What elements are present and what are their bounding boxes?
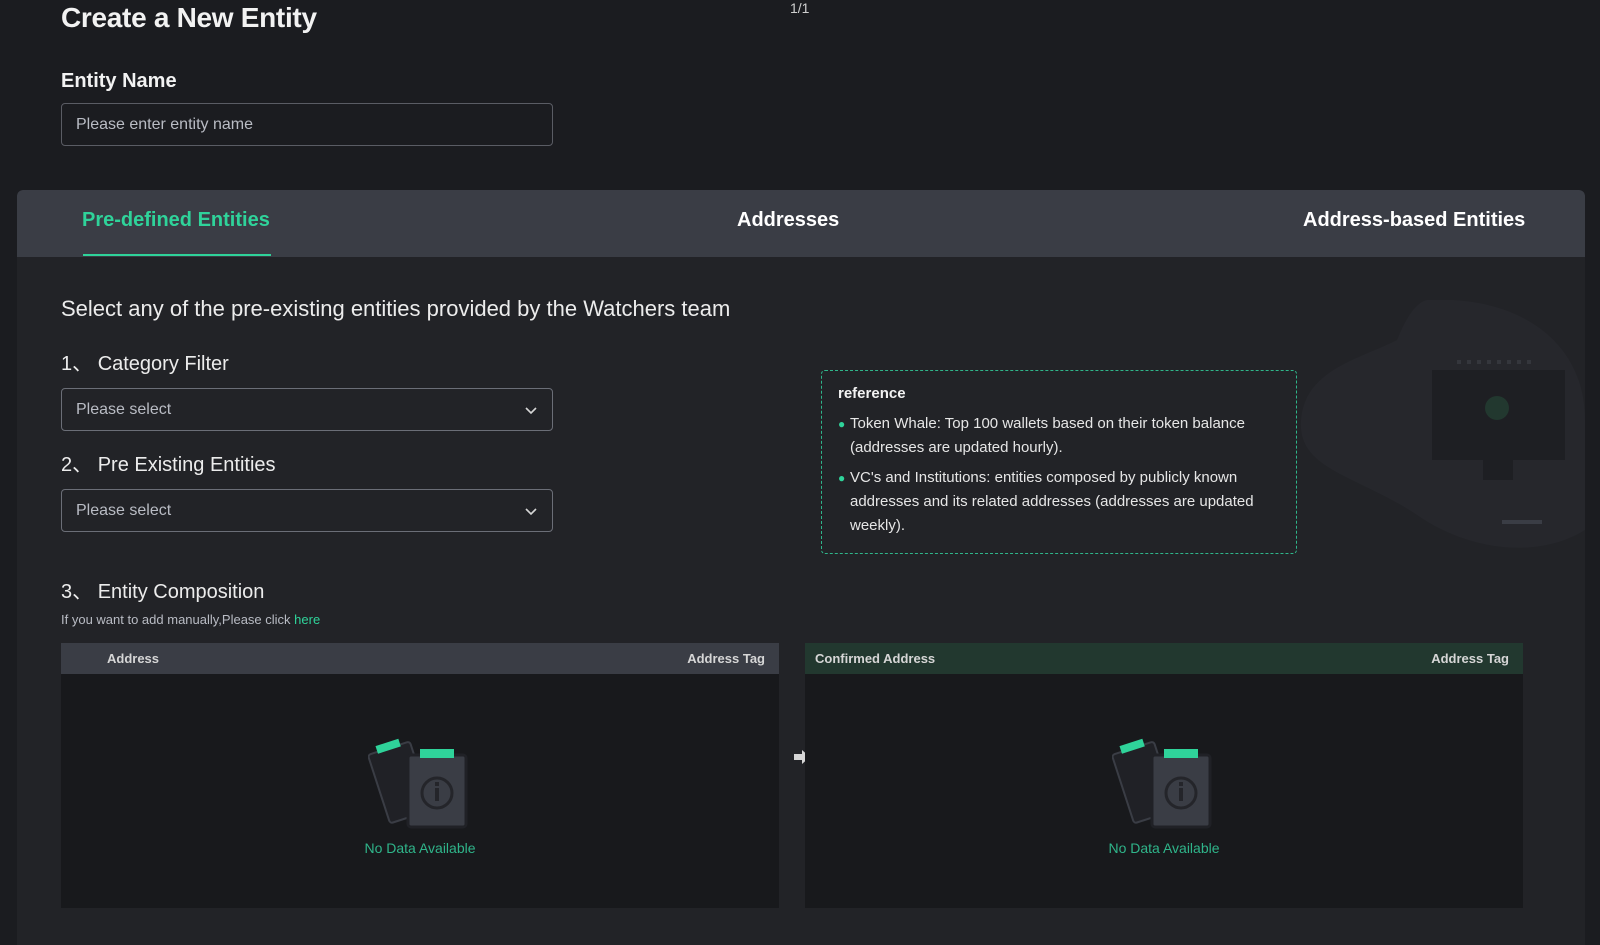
- page-title: Create a New Entity: [61, 2, 317, 33]
- step1-text: Category Filter: [97, 353, 229, 375]
- top-marker: 1/1: [790, 0, 810, 16]
- confirmed-address-table: Confirmed Address Address Tag No Data Av…: [805, 643, 1523, 908]
- step2-label: 2、 Pre Existing Entities: [61, 448, 276, 477]
- manual-add-link[interactable]: here: [294, 612, 320, 627]
- tab-address-based-entities[interactable]: Address-based Entities: [1303, 209, 1525, 232]
- tab-bar: Pre-defined Entities Addresses Address-b…: [17, 190, 1585, 257]
- bullet-icon: ●: [838, 471, 846, 485]
- reference-title: reference: [838, 385, 906, 402]
- manual-add-hint: If you want to add manually,Please click…: [61, 612, 320, 627]
- reference-item: ● Token Whale: Top 100 wallets based on …: [838, 412, 1280, 460]
- empty-state: No Data Available: [805, 733, 1523, 856]
- clipboard-info-icon: [1111, 738, 1212, 829]
- category-filter-select[interactable]: Please select: [61, 388, 553, 431]
- clipboard-info-icon: [367, 738, 468, 829]
- reference-item-text: VC's and Institutions: entities composed…: [850, 469, 1254, 534]
- step1-label: 1、 Category Filter: [61, 347, 229, 376]
- column-address: Address: [107, 651, 160, 666]
- pre-existing-entities-placeholder: Please select: [76, 501, 172, 519]
- step3-label: 3、 Entity Composition: [61, 575, 264, 604]
- section-description: Select any of the pre-existing entities …: [61, 296, 731, 321]
- empty-state-text: No Data Available: [1108, 840, 1220, 856]
- empty-state: No Data Available: [61, 733, 779, 856]
- step1-number: 1、: [61, 353, 93, 375]
- address-table-header: Address Address Tag: [61, 643, 779, 674]
- step3-number: 3、: [61, 581, 93, 603]
- bullet-icon: ●: [838, 417, 846, 431]
- empty-state-text: No Data Available: [364, 840, 476, 856]
- step3-text: Entity Composition: [97, 581, 265, 603]
- entity-name-input[interactable]: [61, 103, 553, 146]
- chevron-down-icon: [525, 406, 537, 414]
- chevron-down-icon: [525, 507, 537, 515]
- address-table: Address Address Tag No Data Available: [61, 643, 779, 908]
- column-address-tag: Address Tag: [687, 651, 765, 666]
- background-illustration: [1300, 300, 1585, 548]
- confirmed-table-header: Confirmed Address Address Tag: [805, 643, 1523, 674]
- reference-box: reference ● Token Whale: Top 100 wallets…: [821, 370, 1297, 554]
- entity-config-panel: Pre-defined Entities Addresses Address-b…: [17, 190, 1585, 945]
- active-tab-indicator: [83, 254, 271, 256]
- column-address-tag: Address Tag: [1431, 651, 1509, 666]
- reference-item-text: Token Whale: Top 100 wallets based on th…: [850, 415, 1245, 456]
- tab-predefined-entities[interactable]: Pre-defined Entities: [82, 209, 270, 232]
- step2-number: 2、: [61, 454, 93, 476]
- column-confirmed-address: Confirmed Address: [815, 651, 936, 666]
- pre-existing-entities-select[interactable]: Please select: [61, 489, 553, 532]
- manual-add-hint-text: If you want to add manually,Please click: [61, 612, 295, 627]
- tab-addresses[interactable]: Addresses: [737, 209, 839, 232]
- step2-text: Pre Existing Entities: [97, 454, 276, 476]
- reference-item: ● VC's and Institutions: entities compos…: [838, 466, 1280, 538]
- entity-name-label: Entity Name: [61, 70, 177, 92]
- category-filter-placeholder: Please select: [76, 400, 172, 418]
